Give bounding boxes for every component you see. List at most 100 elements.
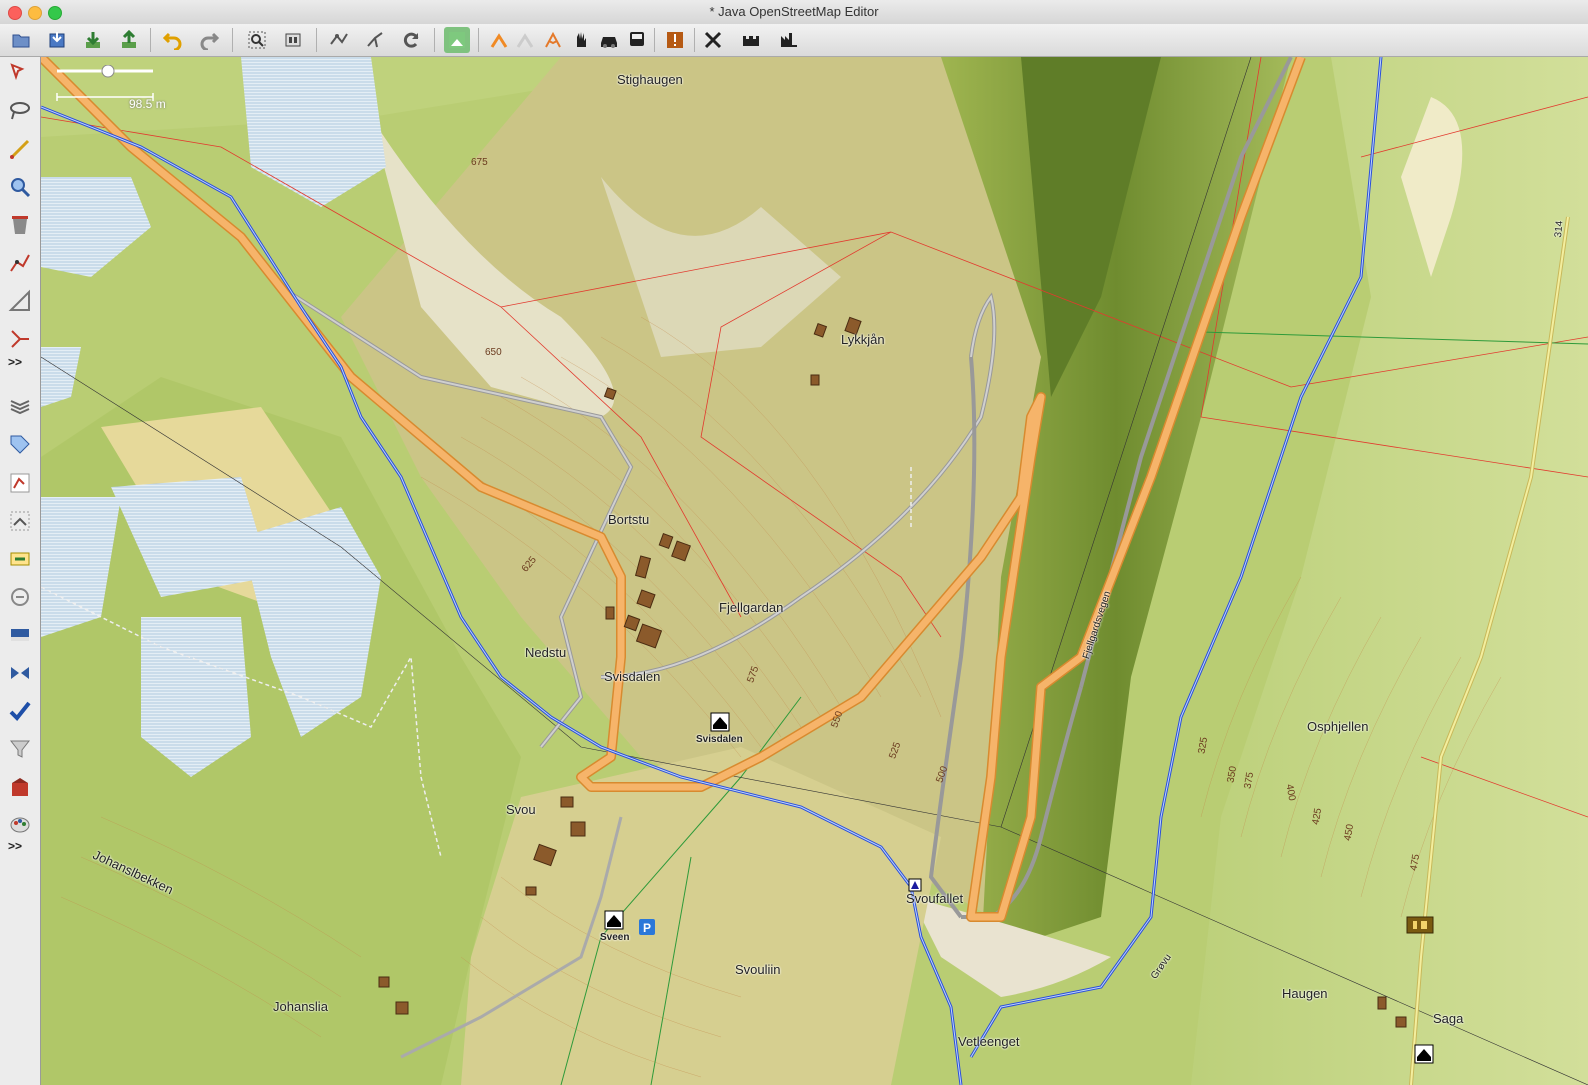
undo-button[interactable] [160,27,186,53]
delete-tool[interactable] [6,211,34,239]
layers-panel-toggle[interactable] [6,393,34,421]
extrude-tool[interactable] [6,325,34,353]
hand-icon [577,32,586,47]
conflict-icon [11,588,29,606]
trash-icon [12,216,28,234]
castle-icon [743,36,759,46]
tags-panel-toggle[interactable] [6,431,34,459]
zoom-icon [11,178,31,198]
preferences-icon [285,33,301,47]
more-tools-1[interactable]: >> [8,355,22,369]
filter-funnel-toggle[interactable] [6,735,34,763]
refresh-button[interactable] [398,27,424,53]
merge-arrows-icon [11,667,29,679]
imagery-adjust-icon [11,629,29,641]
imagery-adjust-toggle[interactable] [6,621,34,649]
selection-list-toggle[interactable] [6,469,34,497]
upload-button[interactable] [116,27,142,53]
lasso-tool[interactable] [6,97,34,125]
open-location-icon [49,32,65,48]
mode-walk-button[interactable] [486,27,512,53]
mode-bike-button[interactable] [512,27,538,53]
label-osphjellen: Osphjellen [1307,719,1369,734]
draw-tool[interactable] [6,135,34,163]
open-file-button[interactable] [8,27,34,53]
relations-toggle[interactable] [6,507,34,535]
zoom-to-selection-button[interactable] [244,27,270,53]
relations-icon [10,511,30,531]
select-icon [10,63,25,81]
draw-line-icon [10,139,30,159]
waterfall-icon [908,878,922,892]
tag-icon [10,435,30,454]
undo-icon [163,32,182,50]
filter-toggle[interactable] [6,583,34,611]
open-location-button[interactable] [44,27,70,53]
checkmark-icon [9,701,31,721]
funnel-icon [9,740,31,758]
zoom-selection-icon [248,31,266,49]
shelter-icon-saga [1414,1044,1434,1064]
imagery-icon [449,32,465,48]
selection-list-icon [10,473,30,493]
commands-icon [10,552,30,566]
lasso-icon [10,102,30,120]
map-canvas[interactable]: P [41,57,1588,1085]
hike-icon [545,31,561,48]
refresh-icon [403,32,419,48]
redo-icon [200,32,219,50]
mode-hand-button[interactable] [568,27,594,53]
mode-hike-button[interactable] [540,27,566,53]
more-tools-2[interactable]: >> [8,839,22,853]
contour-label: 650 [485,347,502,358]
label-route-314: 314 [1553,220,1566,238]
scale-label: 98.5 m [129,97,166,111]
validator-toggle[interactable] [6,697,34,725]
label-bortstu: Bortstu [608,512,650,527]
wireframe-button[interactable] [326,27,352,53]
download-button[interactable] [80,27,106,53]
changeset-icon [12,778,28,796]
imagery-toggle-button[interactable] [444,27,470,53]
bike-icon [516,33,534,48]
contour-label: 675 [471,157,488,168]
preferences-button[interactable] [280,27,306,53]
validation-warning-button[interactable] [662,27,688,53]
upload-icon [122,30,136,48]
car-icon [601,37,617,48]
crossed-tools-icon [704,31,722,49]
palette-icon [10,817,30,833]
svg-text:P: P [643,921,651,935]
tools-button[interactable] [700,27,726,53]
wireframe-icon [330,33,348,45]
bus-icon [630,32,644,46]
factory-button[interactable] [776,27,802,53]
parking-icon: P [639,919,655,935]
window-titlebar: * Java OpenStreetMap Editor [0,0,1588,25]
label-haugen: Haugen [1282,986,1328,1001]
combine-way-button[interactable] [362,27,388,53]
mode-bus-button[interactable] [624,27,650,53]
combine-way-icon [367,32,383,48]
extrude-icon [11,330,29,348]
mappaint-toggle[interactable] [6,811,34,839]
castle-button[interactable] [738,27,764,53]
select-tool[interactable] [6,59,34,87]
map-view[interactable]: P 98.5 m Stighaugen Lykkjån Bortstu Fjel… [41,57,1588,1085]
zoom-slider-and-scale[interactable]: 98.5 m [53,64,183,115]
label-johanslia: Johanslia [273,999,328,1014]
improve-way-tool[interactable] [6,249,34,277]
changesets-toggle[interactable] [6,773,34,801]
redo-button[interactable] [196,27,222,53]
label-svisdalen: Svisdalen [604,669,661,684]
commands-toggle[interactable] [6,545,34,573]
label-stighaugen: Stighaugen [617,72,683,87]
zoom-tool[interactable] [6,173,34,201]
label-svoufallet: Svoufallet [906,891,964,906]
merge-toggle[interactable] [6,659,34,687]
mode-car-button[interactable] [596,27,622,53]
label-svouliin: Svouliin [735,962,781,977]
parallel-tool[interactable] [6,287,34,315]
label-nedstu: Nedstu [525,645,567,660]
label-svou: Svou [506,802,536,817]
